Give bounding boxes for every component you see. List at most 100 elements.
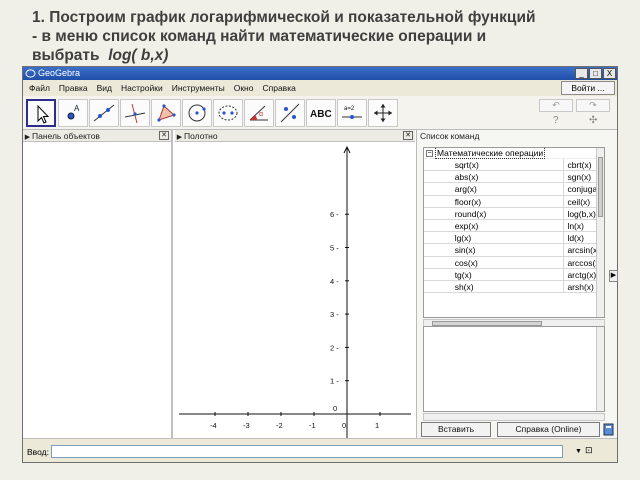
x-tick-label: -4: [210, 421, 217, 430]
redo-button[interactable]: ↷: [576, 99, 610, 112]
command-row[interactable]: floor(x) ceil(x): [424, 195, 604, 208]
reflect-tool-button[interactable]: [275, 99, 305, 127]
graphics-view[interactable]: ▶Полотно ✕ -4-3-2-1016 -5 -4 -3 -2 -1 --…: [175, 130, 415, 438]
menu-edit[interactable]: Правка: [59, 83, 88, 93]
point-icon: A: [67, 104, 80, 120]
y-tick-label: 1 -: [330, 377, 339, 386]
row-indent: [424, 208, 452, 219]
help-hscrollbar[interactable]: [423, 413, 605, 421]
command-tree: − Математические операции sqrt(x) cbrt(x) a…: [423, 147, 605, 318]
x-tick-label: -1: [309, 421, 316, 430]
move-tool-button[interactable]: [26, 99, 56, 127]
help-scrollbar[interactable]: [596, 327, 604, 411]
command-item[interactable]: abs(x): [452, 171, 565, 183]
menu-options[interactable]: Настройки: [121, 83, 163, 93]
command-row[interactable]: exp(x) ln(x): [424, 219, 604, 233]
command-item[interactable]: sqrt(x): [452, 159, 565, 171]
row-indent: [424, 171, 452, 182]
scrollbar-thumb[interactable]: [598, 157, 603, 217]
command-item[interactable]: sin(x): [452, 244, 565, 256]
command-row[interactable]: sh(x) arsh(x): [424, 280, 604, 294]
move-graphics-view-icon: [374, 104, 392, 122]
command-row[interactable]: arg(x) conjugat: [424, 183, 604, 196]
row-indent: [424, 196, 452, 207]
command-help-area: [423, 326, 605, 412]
svg-text:A: A: [74, 104, 80, 113]
undo-button[interactable]: ↶: [539, 99, 573, 112]
minimize-button[interactable]: _: [575, 68, 588, 79]
virtual-keyboard-icon[interactable]: ⊡: [585, 445, 593, 456]
move-view-tool-button[interactable]: [368, 99, 398, 127]
line-tool-button[interactable]: [89, 99, 119, 127]
maximize-button[interactable]: □: [589, 68, 602, 79]
command-list-scrollbar[interactable]: [596, 148, 604, 317]
menu-tools[interactable]: Инструменты: [172, 83, 225, 93]
circle-tool-button[interactable]: [182, 99, 212, 127]
y-tick-label: 4 -: [330, 277, 339, 286]
collapse-minus-icon[interactable]: −: [426, 150, 433, 158]
input-field[interactable]: [51, 445, 563, 458]
command-list-header: Список команд: [417, 130, 617, 142]
command-item[interactable]: round(x): [452, 207, 565, 219]
menu-window[interactable]: Окно: [234, 83, 254, 93]
login-button[interactable]: Войти ...: [561, 81, 615, 95]
slide-title: 1. Построим график логарифмической и пок…: [32, 8, 640, 65]
command-list-panel: Список команд − Математические операции s…: [416, 130, 618, 438]
command-item[interactable]: tg(x): [452, 268, 565, 280]
command-row[interactable]: lg(x) ld(x): [424, 232, 604, 245]
row-indent: [424, 159, 452, 170]
command-row[interactable]: sqrt(x) cbrt(x): [424, 159, 604, 172]
perpendicular-line-icon: [124, 103, 146, 124]
panel-side-arrow-icon[interactable]: ▶: [609, 270, 618, 282]
polygon-tool-button[interactable]: [151, 99, 181, 127]
command-row[interactable]: tg(x) arctg(x): [424, 268, 604, 281]
collapse-arrow-icon[interactable]: ▶: [23, 132, 32, 144]
command-row[interactable]: cos(x) arccos(x: [424, 256, 604, 269]
close-button[interactable]: X: [603, 68, 616, 79]
row-indent: [424, 257, 452, 268]
ellipse-tool-button[interactable]: [213, 99, 243, 127]
command-item[interactable]: lg(x): [452, 232, 565, 244]
line-through-points-icon: [93, 104, 115, 122]
slider-tool-button[interactable]: a=2: [337, 99, 367, 127]
x-tick-label: -2: [276, 421, 283, 430]
menu-bar: Файл Правка Вид Настройки Инструменты Ок…: [23, 80, 617, 96]
row-indent: [424, 281, 452, 292]
help-icon[interactable]: ?: [553, 115, 559, 126]
row-indent: [424, 183, 452, 194]
command-row[interactable]: round(x) log(b,x): [424, 207, 604, 220]
command-item[interactable]: sh(x): [452, 280, 565, 293]
settings-icon[interactable]: ✣: [589, 115, 597, 126]
point-tool-button[interactable]: A: [58, 99, 88, 127]
category-label: Математические операции: [435, 148, 546, 159]
command-item[interactable]: floor(x): [452, 195, 565, 207]
paste-button[interactable]: Вставить: [421, 422, 491, 437]
dropdown-arrow-icon[interactable]: ▼: [575, 448, 582, 455]
geogebra-window: GeoGebra _ □ X Файл Правка Вид Настройки…: [22, 66, 618, 463]
menu-view[interactable]: Вид: [97, 83, 112, 93]
slide-title-line-2: - в меню список команд найти математичес…: [32, 28, 487, 45]
help-book-icon[interactable]: [603, 422, 615, 436]
algebra-close-icon[interactable]: ✕: [159, 131, 169, 140]
command-item[interactable]: arg(x): [452, 183, 565, 195]
menu-file[interactable]: Файл: [29, 83, 50, 93]
slide-title-prefix: выбрать: [32, 47, 100, 64]
online-help-button[interactable]: Справка (Online): [497, 422, 600, 437]
angle-tool-button[interactable]: α: [244, 99, 274, 127]
reflect-line-icon: [280, 103, 300, 123]
command-item[interactable]: exp(x): [452, 219, 565, 232]
command-item[interactable]: cos(x): [452, 256, 565, 268]
command-row[interactable]: abs(x) sgn(x): [424, 171, 604, 184]
text-tool-button[interactable]: ABC: [306, 99, 336, 127]
perpendicular-tool-button[interactable]: [120, 99, 150, 127]
circle-center-point-icon: [188, 104, 206, 122]
slider-icon: a=2: [342, 106, 362, 119]
command-row[interactable]: sin(x) arcsin(x): [424, 244, 604, 257]
graphics-close-icon[interactable]: ✕: [403, 131, 413, 140]
menu-help[interactable]: Справка: [262, 83, 295, 93]
slide-title-line-1: 1. Построим график логарифмической и пок…: [32, 9, 536, 26]
row-indent: [424, 244, 452, 255]
y-tick-label: 2 -: [330, 343, 339, 352]
input-bar: Ввод: ▼ ⊡: [23, 438, 617, 462]
command-category[interactable]: − Математические операции: [424, 148, 604, 159]
